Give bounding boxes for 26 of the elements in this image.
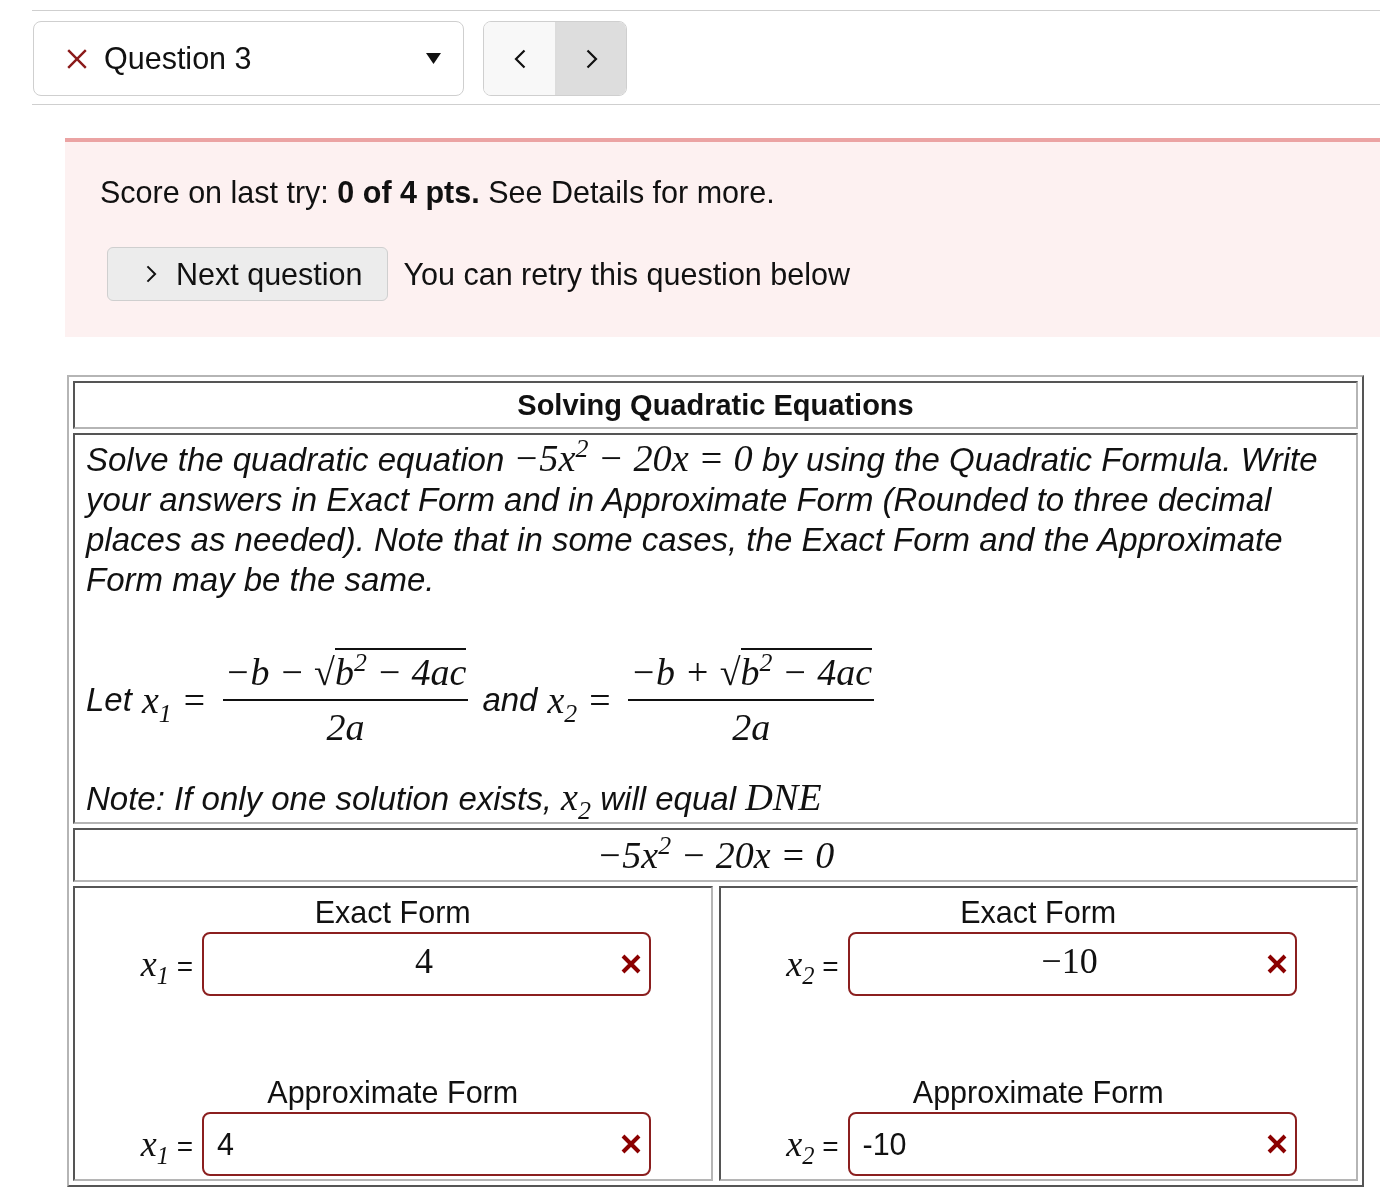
chevron-right-icon bbox=[146, 265, 157, 283]
variable-label: x$_{1}$ = bbox=[139, 943, 193, 985]
chevron-right-icon bbox=[585, 48, 598, 69]
field-heading: Approximate Form bbox=[912, 1074, 1164, 1110]
chevron-left-icon bbox=[513, 48, 526, 69]
caret-down-icon bbox=[426, 53, 441, 64]
answer-input[interactable]: -10 bbox=[847, 1112, 1297, 1176]
variable-label: x$_{1}$ = bbox=[139, 1123, 193, 1165]
variable-label: x$_{2}$ = bbox=[785, 1123, 839, 1165]
instructions-text: Solve the quadratic equation −5x$^{2}$ − 20x = 0 by using the Quadratic Formula. Write your answers in Exact Form and in Approximate Form (Rounded to three decimal places as needed). Note that in some cases, the Exact Form and the Approximate Form may be the same. bbox=[86, 438, 1319, 600]
previous-button[interactable] bbox=[484, 22, 555, 95]
note-text: Note: If only one solution exists, x$_{2}$ will equal DNE bbox=[86, 777, 822, 819]
answer-input[interactable]: 4 bbox=[202, 932, 651, 996]
question-dropdown[interactable]: Question 3 bbox=[33, 21, 464, 96]
answer-input[interactable]: 4 bbox=[202, 1112, 651, 1176]
score-text: Score on last try: 0 of 4 pts. See Details for more. bbox=[100, 174, 775, 210]
variable-label: x$_{2}$ = bbox=[785, 943, 839, 985]
equation-text: −5x$^{2}$ − 20x = 0 bbox=[596, 833, 835, 877]
table-title: Solving Quadratic Equations bbox=[517, 388, 914, 422]
field-heading: Approximate Form bbox=[267, 1074, 519, 1110]
next-button[interactable] bbox=[555, 22, 626, 95]
retry-text: You can retry this question below bbox=[403, 256, 850, 292]
field-heading: Exact Form bbox=[314, 894, 471, 930]
answer-input[interactable]: −10 bbox=[847, 932, 1297, 996]
next-question-button[interactable]: Next question bbox=[107, 247, 388, 301]
field-heading: Exact Form bbox=[960, 894, 1117, 930]
